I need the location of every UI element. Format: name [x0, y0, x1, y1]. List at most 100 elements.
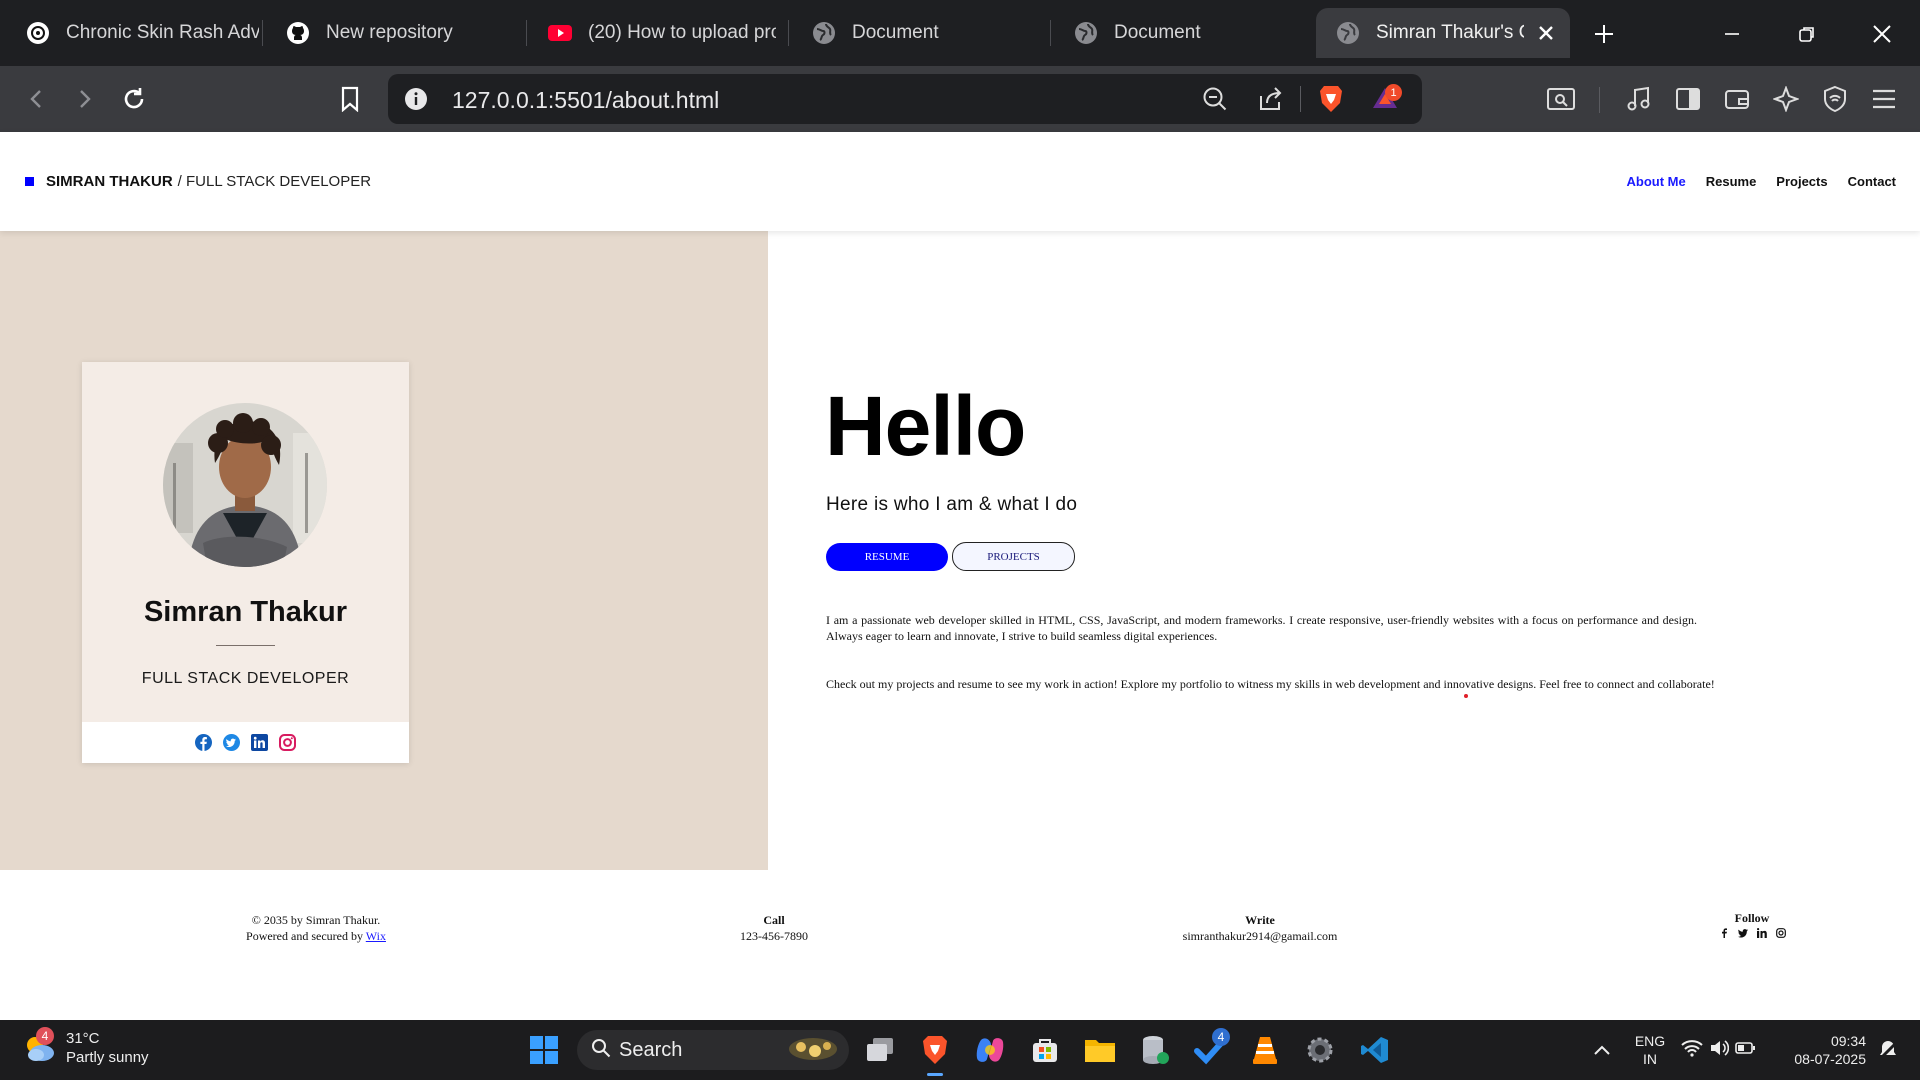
close-window-button[interactable] — [1862, 14, 1902, 54]
about-paragraph-1: I am a passionate web developer skilled … — [826, 613, 1697, 643]
site-info-icon[interactable] — [404, 87, 428, 116]
github-icon — [286, 21, 310, 45]
minimize-button[interactable] — [1712, 14, 1752, 54]
site-footer: © 2035 by Simran Thakur. Powered and sec… — [0, 870, 1920, 1020]
volume-icon — [1709, 1039, 1730, 1062]
chevron-up-icon[interactable] — [1582, 1030, 1622, 1070]
brand-name: SIMRAN THAKUR — [46, 173, 173, 190]
windows-start-icon[interactable] — [524, 1030, 564, 1070]
clock[interactable]: 09:34 08-07-2025 — [1782, 1032, 1866, 1068]
vpn-shield-icon[interactable] — [1815, 79, 1855, 119]
address-bar[interactable]: 127.0.0.1:5501/about.html 1 — [388, 74, 1422, 124]
new-tab-button[interactable] — [1584, 14, 1624, 54]
call-number[interactable]: 123-456-7890 — [704, 928, 844, 944]
copyright-text: © 2035 by Simran Thakur. — [251, 913, 381, 927]
weather-badge: 4 — [36, 1027, 54, 1045]
nav-projects[interactable]: Projects — [1776, 174, 1827, 189]
notification-badge: 1 — [1385, 84, 1402, 101]
nav-resume[interactable]: Resume — [1706, 174, 1757, 189]
forward-button[interactable] — [64, 79, 104, 119]
vlc-icon[interactable] — [1245, 1030, 1285, 1070]
hero-heading: Hello — [825, 379, 1026, 473]
close-tab-icon[interactable] — [1536, 23, 1556, 49]
powered-text: Powered and secured by — [246, 929, 363, 943]
brave-rewards-icon[interactable]: 1 — [1372, 84, 1402, 112]
profile-pane: Simran Thakur FULL STACK DEVELOPER — [0, 231, 768, 870]
youtube-icon — [548, 21, 572, 45]
copilot-icon[interactable] — [970, 1030, 1010, 1070]
wix-link[interactable]: Wix — [366, 929, 386, 943]
menu-hamburger-icon[interactable] — [1864, 79, 1904, 119]
linkedin-icon[interactable] — [1756, 928, 1767, 938]
weather-temp: 31°C — [66, 1030, 100, 1047]
page-search-icon[interactable] — [1541, 79, 1581, 119]
avatar — [163, 403, 327, 567]
app-badge: 4 — [1212, 1028, 1230, 1046]
sidebar-toggle-icon[interactable] — [1668, 79, 1708, 119]
footer-call: Call 123-456-7890 — [704, 912, 844, 944]
tasks-app-icon[interactable]: 4 — [1190, 1028, 1230, 1070]
back-button[interactable] — [17, 79, 57, 119]
nav-contact[interactable]: Contact — [1848, 174, 1896, 189]
vscode-icon[interactable] — [1355, 1030, 1395, 1070]
browser-tab-strip: Chronic Skin Rash Advi New repository (2… — [0, 0, 1920, 66]
linkedin-icon[interactable] — [251, 734, 268, 751]
notifications-icon[interactable] — [1868, 1030, 1908, 1070]
resume-button[interactable]: RESUME — [826, 543, 948, 571]
network-volume-battery[interactable] — [1678, 1030, 1758, 1070]
database-app-icon[interactable] — [1135, 1030, 1175, 1070]
tab-youtube-video[interactable]: (20) How to upload pro — [536, 8, 776, 58]
divider — [216, 645, 275, 646]
facebook-icon[interactable] — [195, 734, 212, 751]
language-indicator[interactable]: ENG IN — [1630, 1032, 1670, 1068]
settings-gear-icon[interactable] — [1300, 1030, 1340, 1070]
tab-chronic-skin-rash[interactable]: Chronic Skin Rash Advi — [14, 8, 259, 58]
twitter-icon[interactable] — [223, 734, 240, 751]
search-highlight-icon — [787, 1033, 839, 1068]
tab-title: Document — [852, 22, 939, 43]
site-header: SIMRAN THAKUR / FULL STACK DEVELOPER Abo… — [0, 132, 1920, 231]
active-indicator — [927, 1073, 943, 1076]
wifi-icon — [1681, 1039, 1703, 1062]
tab-title: (20) How to upload pro — [588, 22, 776, 43]
about-paragraph-2: Check out my projects and resume to see … — [826, 677, 1715, 691]
task-view-icon[interactable] — [860, 1030, 900, 1070]
clock-time: 09:34 — [1830, 1033, 1866, 1049]
wallet-icon[interactable] — [1717, 79, 1757, 119]
weather-widget[interactable]: 4 31°C Partly sunny — [22, 1027, 149, 1067]
share-icon[interactable] — [1258, 86, 1284, 117]
tab-document-2[interactable]: Document — [1062, 8, 1302, 58]
brand[interactable]: SIMRAN THAKUR / FULL STACK DEVELOPER — [25, 173, 371, 190]
brave-shields-icon[interactable] — [1318, 85, 1344, 118]
reload-button[interactable] — [114, 79, 154, 119]
taskbar-search[interactable]: Search — [577, 1030, 849, 1070]
instagram-icon[interactable] — [1775, 928, 1786, 938]
weather-condition: Partly sunny — [66, 1049, 149, 1066]
bookmark-icon[interactable] — [330, 79, 370, 119]
file-explorer-icon[interactable] — [1080, 1030, 1120, 1070]
lang-region: IN — [1643, 1051, 1657, 1067]
restore-button[interactable] — [1787, 14, 1827, 54]
url-text[interactable]: 127.0.0.1:5501/about.html — [452, 87, 719, 114]
leo-ai-icon[interactable] — [1766, 79, 1806, 119]
lang-code: ENG — [1634, 1033, 1666, 1049]
tab-document-1[interactable]: Document — [800, 8, 1040, 58]
write-heading: Write — [1245, 913, 1275, 927]
projects-button[interactable]: PROJECTS — [952, 542, 1075, 571]
clock-date: 08-07-2025 — [1794, 1051, 1866, 1067]
microsoft-store-icon[interactable] — [1025, 1030, 1065, 1070]
twitter-icon[interactable] — [1737, 928, 1748, 938]
footer-copyright: © 2035 by Simran Thakur. Powered and sec… — [216, 912, 416, 944]
email-address[interactable]: simranthakur2914@gamail.com — [1140, 928, 1380, 944]
brave-browser-icon[interactable] — [915, 1030, 955, 1076]
nav-about-me[interactable]: About Me — [1627, 174, 1686, 189]
zoom-out-icon[interactable] — [1202, 86, 1228, 117]
media-music-icon[interactable] — [1619, 79, 1659, 119]
footer-write: Write simranthakur2914@gamail.com — [1140, 912, 1380, 944]
chatgpt-icon — [26, 21, 50, 45]
instagram-icon[interactable] — [279, 734, 296, 751]
tab-title: Simran Thakur's C — [1376, 22, 1524, 43]
facebook-icon[interactable] — [1719, 928, 1729, 938]
tab-simran-thakur[interactable]: Simran Thakur's C — [1316, 8, 1570, 58]
tab-new-repository[interactable]: New repository — [272, 8, 512, 58]
